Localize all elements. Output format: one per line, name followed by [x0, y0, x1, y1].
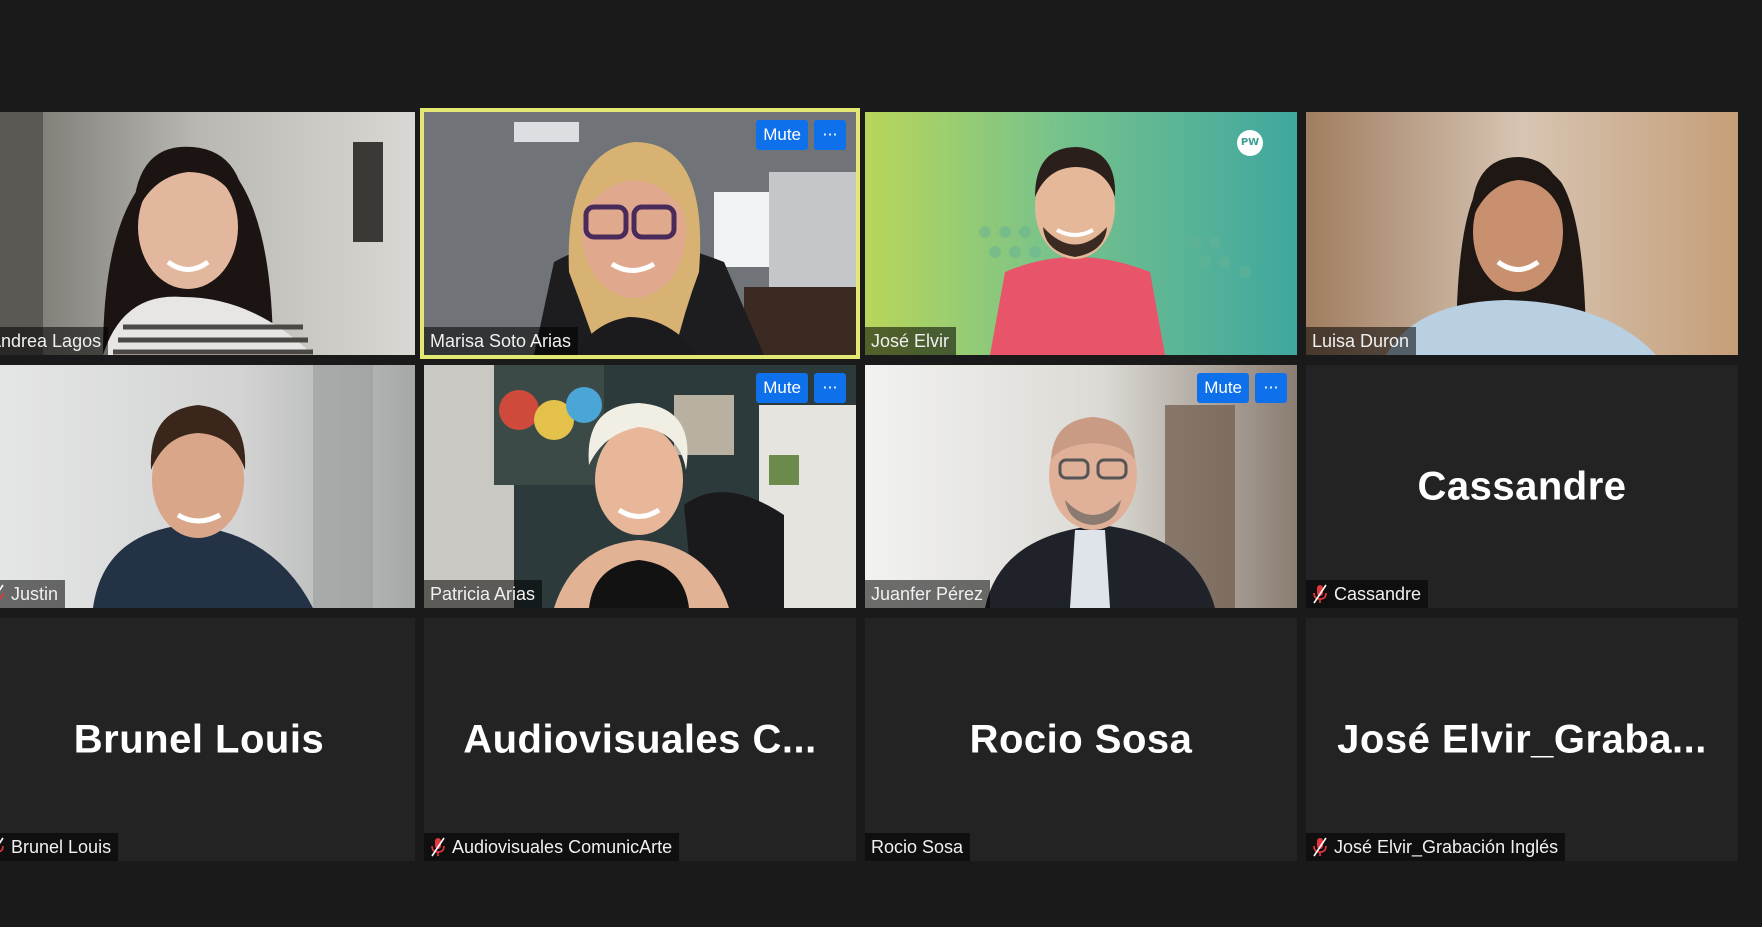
participant-tile-jose-grabacion[interactable]: José Elvir_Graba... José Elvir_Grabación…: [1306, 618, 1738, 861]
participant-controls: Mute ···: [756, 373, 846, 403]
participant-video: [0, 365, 415, 608]
participant-display-name: Brunel Louis: [73, 717, 325, 761]
participant-tile-audiovisuales[interactable]: Audiovisuales C... Audiovisuales Comunic…: [424, 618, 856, 861]
more-options-button[interactable]: ···: [814, 373, 846, 403]
participant-controls: Mute ···: [756, 120, 846, 150]
mic-muted-icon: [0, 837, 4, 853]
participant-name: José Elvir: [871, 331, 950, 351]
participant-name: Cassandre: [1334, 584, 1422, 604]
participant-tile-justin[interactable]: Justin: [0, 365, 415, 608]
more-options-button[interactable]: ···: [814, 120, 846, 150]
participant-tile-patricia[interactable]: Mute ··· Patricia Arias: [424, 365, 856, 608]
participant-name: Audiovisuales ComunicArte: [452, 837, 673, 857]
mic-muted-icon: [0, 584, 4, 600]
participant-tile-luisa[interactable]: Luisa Duron: [1306, 112, 1738, 355]
participant-name-tag: Juanfer Pérez: [865, 580, 991, 608]
participant-tile-juanfer[interactable]: Mute ··· Juanfer Pérez: [865, 365, 1297, 608]
participant-tile-andrea[interactable]: Andrea Lagos: [0, 112, 415, 355]
mic-muted-icon: [431, 837, 445, 857]
participant-controls: Mute ···: [1197, 373, 1287, 403]
participant-tile-brunel[interactable]: Brunel Louis Brunel Louis: [0, 618, 415, 861]
participant-name: Marisa Soto Arias: [430, 331, 572, 351]
participant-name: Juanfer Pérez: [871, 584, 984, 604]
participant-name: José Elvir_Grabación Inglés: [1334, 837, 1559, 857]
participant-name-tag: Cassandre: [1306, 580, 1429, 608]
gallery-view: Andrea Lagos Mute ··· Marisa Soto Arias …: [0, 0, 1762, 927]
participant-name-tag: Marisa Soto Arias: [424, 327, 579, 355]
mute-button[interactable]: Mute: [1197, 373, 1249, 403]
participant-video: [1306, 112, 1738, 355]
participant-display-name: Cassandre: [1417, 464, 1627, 508]
participant-name: Brunel Louis: [11, 837, 112, 857]
participant-tile-jose[interactable]: PW José Elvir: [865, 112, 1297, 355]
more-options-button[interactable]: ···: [1255, 373, 1287, 403]
participant-name: Luisa Duron: [1312, 331, 1410, 351]
mic-muted-icon: [1313, 584, 1327, 604]
participant-name-tag: Justin: [0, 580, 66, 608]
participant-name: Andrea Lagos: [0, 331, 102, 351]
participant-tile-marisa[interactable]: Mute ··· Marisa Soto Arias: [420, 108, 860, 359]
participant-display-name: Rocio Sosa: [969, 717, 1193, 761]
participant-name-tag: José Elvir: [865, 327, 957, 355]
mic-muted-icon: [1313, 837, 1327, 857]
participant-name-tag: José Elvir_Grabación Inglés: [1306, 833, 1566, 861]
participant-name: Patricia Arias: [430, 584, 536, 604]
participant-grid: Andrea Lagos Mute ··· Marisa Soto Arias …: [0, 108, 1741, 861]
participant-video: [865, 112, 1297, 355]
brand-logo: PW: [1237, 130, 1263, 156]
participant-display-name: José Elvir_Graba...: [1337, 717, 1707, 761]
participant-name-tag: Andrea Lagos: [0, 327, 109, 355]
participant-video: [0, 112, 415, 355]
participant-name-tag: Patricia Arias: [424, 580, 543, 608]
participant-name: Justin: [11, 584, 59, 604]
participant-display-name: Audiovisuales C...: [463, 717, 817, 761]
mute-button[interactable]: Mute: [756, 120, 808, 150]
mute-button[interactable]: Mute: [756, 373, 808, 403]
participant-tile-cassandre[interactable]: Cassandre Cassandre: [1306, 365, 1738, 608]
participant-name-tag: Rocio Sosa: [865, 833, 971, 861]
participant-name-tag: Luisa Duron: [1306, 327, 1417, 355]
participant-name-tag: Brunel Louis: [0, 833, 119, 861]
participant-tile-rocio[interactable]: Rocio Sosa Rocio Sosa: [865, 618, 1297, 861]
participant-name: Rocio Sosa: [871, 837, 964, 857]
participant-name-tag: Audiovisuales ComunicArte: [424, 833, 680, 861]
